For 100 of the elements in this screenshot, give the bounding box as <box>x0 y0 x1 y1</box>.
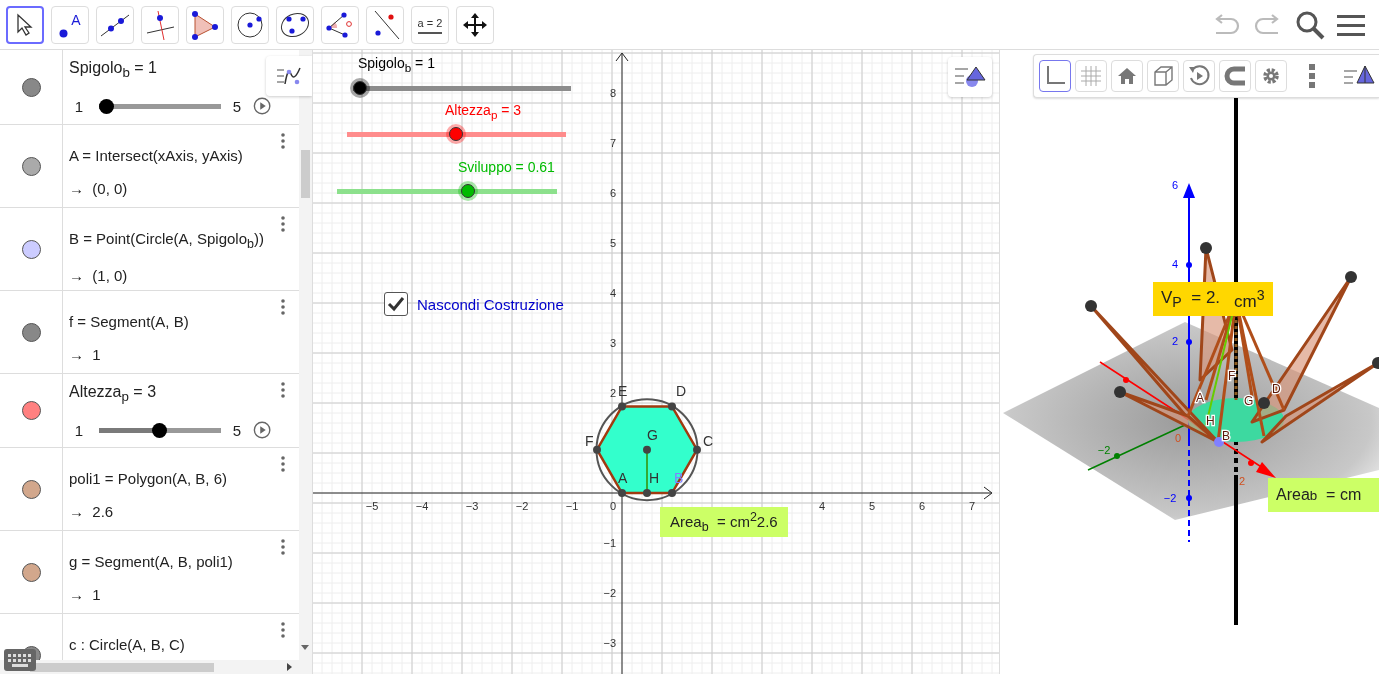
slider-track[interactable] <box>347 126 566 142</box>
y-tick-label: 2 <box>609 387 616 399</box>
tool-button[interactable]: A <box>51 5 89 44</box>
x-tick-label: −3 <box>465 500 479 512</box>
tool-button[interactable]: a = 2 <box>411 5 449 44</box>
scrollbar-thumb[interactable] <box>301 150 310 198</box>
slider-thumb[interactable] <box>448 127 463 141</box>
point[interactable] <box>593 445 601 454</box>
visibility-toggle[interactable] <box>21 239 41 259</box>
y-tick-label: 6 <box>609 187 616 199</box>
y-tick-label: 7 <box>609 137 616 149</box>
ellipse-icon <box>279 10 311 39</box>
point[interactable] <box>693 445 701 454</box>
y-tick-label: −1 <box>603 537 616 549</box>
y-tick-label: −3 <box>603 637 616 649</box>
point-label: C <box>703 432 714 449</box>
more-icon[interactable] <box>281 456 285 472</box>
rotate-icon <box>1187 64 1211 88</box>
magnet-icon <box>1223 66 1247 86</box>
view-button[interactable] <box>1039 60 1071 92</box>
value-text: → 1 <box>69 346 102 363</box>
slider-label: Altezza$_{p}$ = 3 <box>69 383 158 405</box>
play-icon[interactable] <box>252 420 271 441</box>
point-label: G <box>1244 394 1254 408</box>
more-icon[interactable] <box>1309 64 1315 88</box>
check-icon <box>387 296 405 312</box>
graphics-style-button[interactable] <box>948 57 992 97</box>
slider-thumb[interactable] <box>353 81 367 95</box>
visibility-toggle[interactable] <box>21 401 41 420</box>
cube-icon <box>1152 65 1174 87</box>
menu-icon[interactable] <box>1337 12 1365 37</box>
point-label: G <box>647 426 658 443</box>
more-icon[interactable] <box>281 299 285 315</box>
keyboard-icon[interactable] <box>4 649 36 671</box>
point[interactable] <box>643 445 651 454</box>
visibility-toggle[interactable] <box>21 479 41 499</box>
axis-tick-label: 6 <box>1171 179 1179 191</box>
circle-icon <box>236 10 264 39</box>
tool-button[interactable] <box>6 5 44 44</box>
slider-thumb[interactable] <box>461 184 476 198</box>
point[interactable] <box>618 489 626 497</box>
slider-track[interactable] <box>353 80 571 96</box>
volume-unit: cm$^{3}$ <box>1234 286 1265 312</box>
point[interactable] <box>643 489 651 497</box>
settings-icon <box>1261 66 1281 86</box>
checkbox[interactable] <box>384 292 408 316</box>
definition-text[interactable]: B = Point(Circle(A, Spigolo$_{b}$)) <box>69 230 271 251</box>
checkbox-label[interactable]: Nascondi Costruzione <box>417 295 564 313</box>
more-icon[interactable] <box>281 539 285 555</box>
slider-thumb[interactable] <box>99 98 114 114</box>
visibility-toggle[interactable] <box>21 156 41 176</box>
scroll-down-icon[interactable] <box>301 645 309 650</box>
definition-text[interactable]: c : Circle(A, B, C) <box>69 636 271 653</box>
axis-tick-label: −2 <box>1163 492 1177 504</box>
pyramid-style-icon[interactable] <box>1343 65 1375 87</box>
point-label: D <box>676 383 687 400</box>
slider-label: Spigolo$_{b}$ = 1 <box>358 55 435 74</box>
definition-text[interactable]: g = Segment(A, B, poli1) <box>69 553 271 570</box>
slider-max: 5 <box>231 97 242 115</box>
slider-label: Spigolo$_{b}$ = 1 <box>69 59 158 81</box>
value-text: → 2.6 <box>69 503 115 520</box>
perpendicular-lines-icon <box>144 8 176 41</box>
point[interactable] <box>618 402 626 411</box>
more-icon[interactable] <box>281 622 285 638</box>
point[interactable] <box>668 489 676 497</box>
grid-icon <box>1080 65 1102 87</box>
x-tick-label: −5 <box>365 500 379 512</box>
search-icon[interactable] <box>1295 9 1325 40</box>
y-tick-label: 3 <box>609 337 616 349</box>
x-tick-label: −4 <box>415 500 429 512</box>
x-tick-label: 0 <box>609 500 617 512</box>
definition-text[interactable]: f = Segment(A, B) <box>69 313 271 330</box>
point-label: B <box>674 470 684 486</box>
play-icon[interactable] <box>252 96 271 117</box>
definition-text[interactable]: poli1 = Polygon(A, B, 6) <box>69 470 271 487</box>
x-tick-label: 7 <box>968 500 976 512</box>
point-label: A <box>1196 391 1204 405</box>
value-text: → 1 <box>69 586 102 603</box>
slider-thumb[interactable] <box>152 422 168 438</box>
visibility-toggle[interactable] <box>21 322 41 342</box>
slider-label: Altezza$_{p}$ = 3 <box>445 102 522 121</box>
algebra-style-button[interactable] <box>266 56 312 96</box>
scrollbar-thumb[interactable] <box>30 663 214 672</box>
slider-max: 5 <box>231 421 242 439</box>
point[interactable] <box>668 402 676 411</box>
x-tick-label: 6 <box>918 500 926 512</box>
x-tick-label: 4 <box>818 500 826 512</box>
visibility-toggle[interactable] <box>21 77 41 97</box>
slider-label: Sviluppo = 0.61 <box>458 159 555 175</box>
more-icon[interactable] <box>281 382 285 398</box>
visibility-toggle[interactable] <box>21 562 41 582</box>
angle-icon <box>325 10 355 39</box>
scroll-right-icon[interactable] <box>287 663 292 671</box>
more-icon[interactable] <box>281 133 285 149</box>
point-icon <box>59 28 69 38</box>
point-label: F <box>585 432 594 449</box>
more-icon[interactable] <box>281 216 285 232</box>
definition-text[interactable]: A = Intersect(xAxis, yAxis) <box>69 147 271 164</box>
slider-tool-label: a = 2 <box>417 15 443 34</box>
area-label: Area$_{b}$ = cm$^{2}$2.6 <box>660 507 788 537</box>
